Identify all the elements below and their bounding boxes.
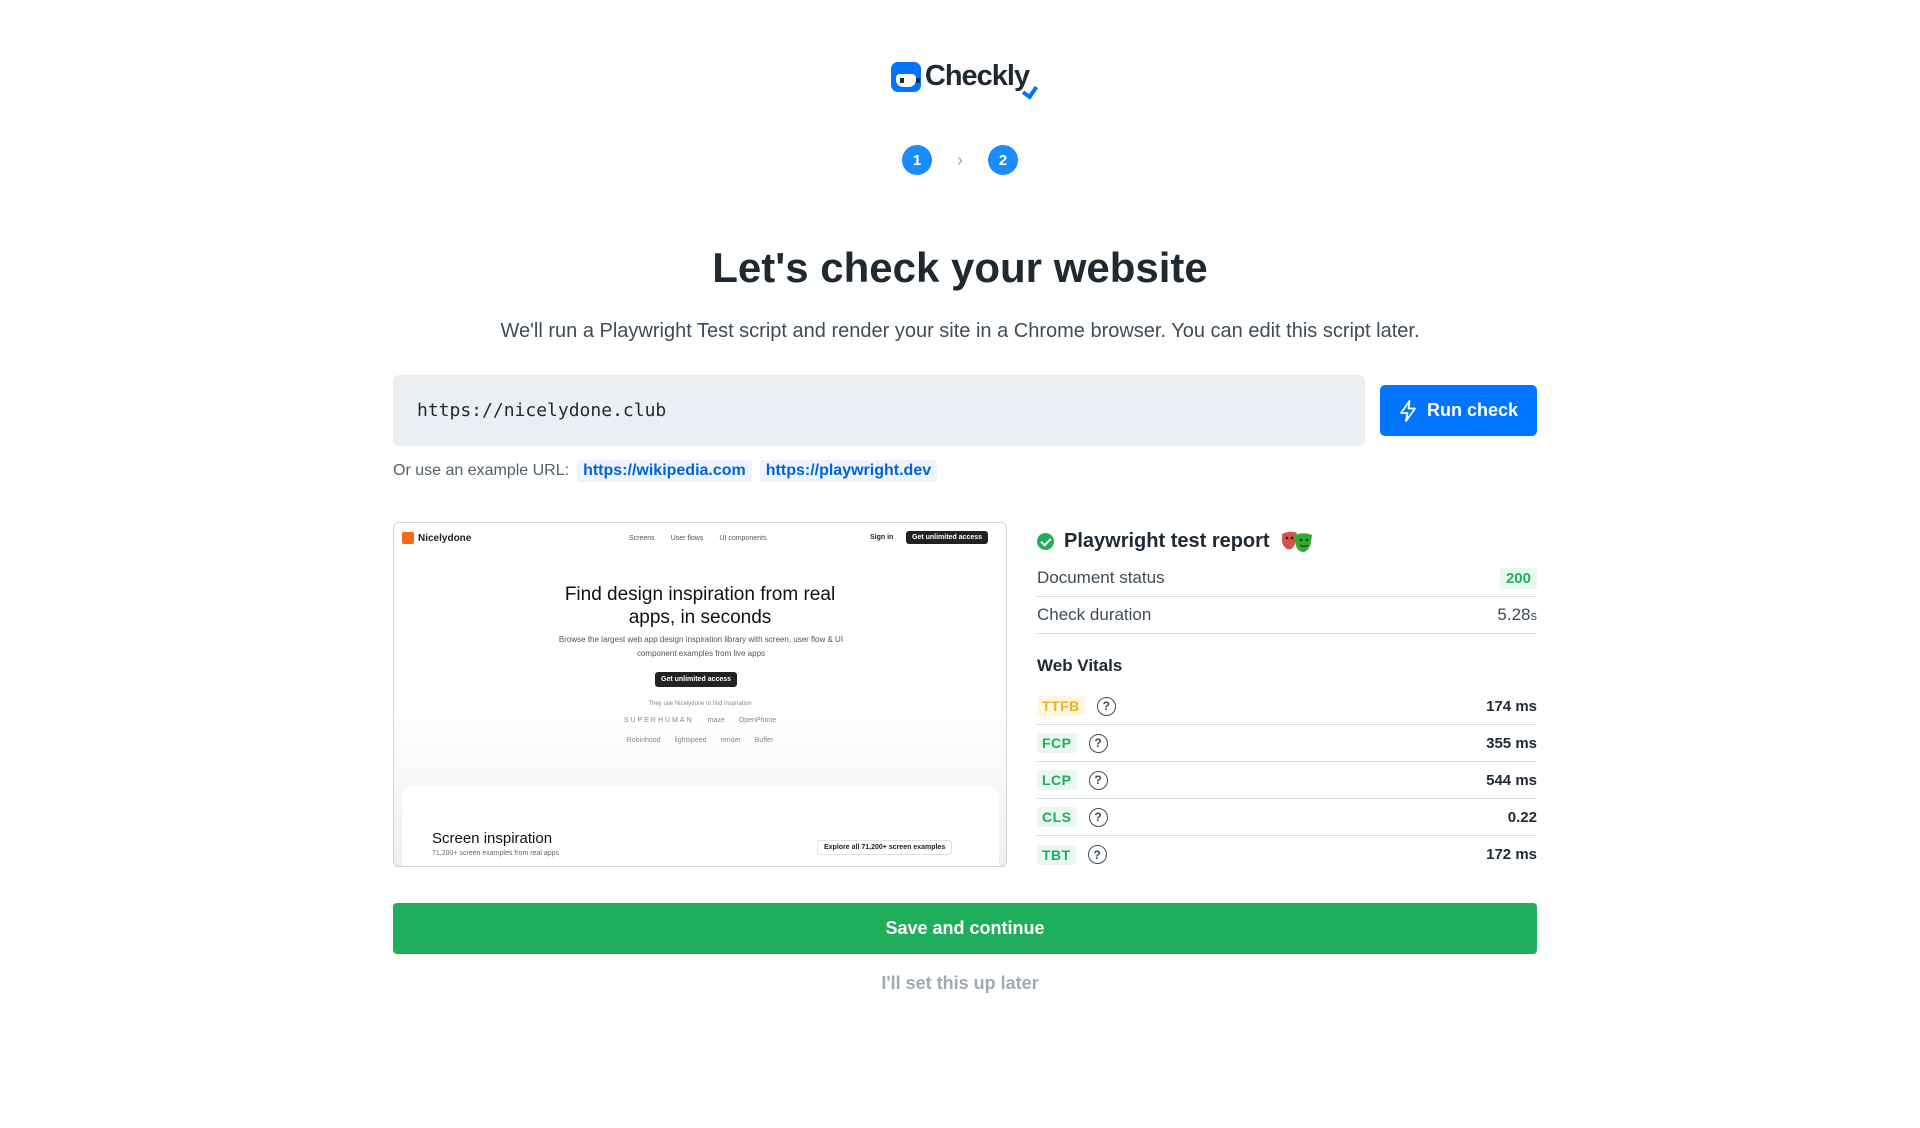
vital-value: 174 ms: [1486, 697, 1537, 715]
preview-brand: render: [720, 737, 741, 744]
web-vital-label: TTFB ?: [1037, 696, 1116, 716]
run-check-button[interactable]: Run check: [1380, 385, 1537, 436]
preview-screen-inspiration-card: Screen inspiration 71,200+ screen exampl…: [402, 785, 999, 866]
logo-text: Checkly: [925, 60, 1039, 100]
example-url-playwright[interactable]: https://playwright.dev: [759, 460, 938, 482]
web-vital-label: TBT ?: [1037, 844, 1107, 865]
report-header: Playwright test report: [1037, 522, 1537, 560]
web-vital-row-lcp: LCP ? 544 ms: [1037, 762, 1537, 799]
preview-nav-links: Screens User flows UI components: [629, 535, 766, 542]
preview-card-title: Screen inspiration: [432, 830, 553, 847]
onboarding-page: Checkly 1 › 2 Let's check your website W…: [0, 0, 1920, 1128]
web-vital-row-cls: CLS ? 0.22: [1037, 799, 1537, 836]
preview-brands-row: SUPERHUMAN maze OpenPhone: [394, 717, 1006, 724]
preview-logo: Nicelydone: [402, 532, 471, 544]
preview-logo-text: Nicelydone: [418, 532, 472, 544]
status-badge: 200: [1499, 567, 1537, 589]
preview-hero-title-line: Find design inspiration from real: [564, 584, 836, 605]
web-vitals-title: Web Vitals: [1037, 656, 1123, 675]
help-circle-icon[interactable]: ?: [1088, 770, 1108, 790]
preview-card-button: Explore all 71,200+ screen examples: [817, 840, 953, 855]
vital-value: 172 ms: [1486, 846, 1537, 863]
check-duration-label: Check duration: [1037, 605, 1152, 624]
check-duration-value: 5.28s: [1497, 605, 1537, 625]
preview-brand: Buffer: [754, 737, 774, 744]
preview-nav-link: UI components: [719, 535, 767, 542]
preview-hero-title: Find design inspiration from real apps, …: [394, 583, 1006, 629]
web-vital-row-ttfb: TTFB ? 174 ms: [1037, 688, 1537, 725]
preview-hero-button: Get unlimited access: [655, 672, 738, 687]
preview-brand: SUPERHUMAN: [623, 717, 694, 724]
example-urls: Or use an example URL: https://wikipedia…: [393, 460, 938, 482]
web-vitals-list: TTFB ? 174 ms FCP ? 355 ms LCP ? 544 ms: [1037, 688, 1537, 873]
document-status-label: Document status: [1037, 568, 1165, 587]
run-check-label: Run check: [1426, 400, 1519, 420]
check-duration-row: Check duration 5.28s: [1037, 597, 1537, 634]
nicelydone-logo-icon: [402, 532, 414, 544]
help-circle-icon[interactable]: ?: [1088, 733, 1108, 753]
preview-brand: maze: [707, 717, 725, 724]
website-screenshot-preview: Nicelydone Screens User flows UI compone…: [393, 522, 1007, 867]
page-subtitle: We'll run a Playwright Test script and r…: [500, 320, 1420, 342]
preview-brands-row: Robinhood lightspeed render Buffer: [394, 737, 1006, 744]
preview-hero-title-line: apps, in seconds: [628, 607, 772, 628]
checkly-logo: Checkly: [0, 60, 1920, 100]
preview-nav-link: Screens: [629, 535, 655, 542]
page-title: Let's check your website: [712, 244, 1208, 291]
help-circle-icon[interactable]: ?: [1088, 807, 1108, 827]
preview-navbar: Nicelydone Screens User flows UI compone…: [394, 523, 1006, 553]
vital-value: 544 ms: [1486, 771, 1537, 789]
playwright-report: Playwright test report Document status 2…: [1037, 522, 1537, 873]
web-vital-row-fcp: FCP ? 355 ms: [1037, 725, 1537, 762]
preview-nav-link: User flows: [670, 535, 704, 542]
preview-brand: lightspeed: [674, 737, 707, 744]
vital-value: 0.22: [1507, 808, 1537, 826]
step-1: 1: [902, 145, 932, 175]
web-vital-row-tbt: TBT ? 172 ms: [1037, 836, 1537, 873]
stepper: 1 › 2: [0, 145, 1920, 175]
preview-used-by: They use Nicelydone to find inspiration: [648, 701, 752, 707]
vital-badge: LCP: [1037, 770, 1077, 790]
preview-hero-subtitle: Browse the largest web app design inspir…: [558, 635, 844, 658]
help-circle-icon[interactable]: ?: [1096, 696, 1116, 716]
preview-signin: Sign in: [870, 534, 894, 541]
url-input[interactable]: https://nicelydone.club: [393, 375, 1365, 446]
check-circle-icon: [1037, 532, 1054, 550]
theater-masks-icon: [1281, 531, 1312, 552]
web-vital-label: LCP ?: [1037, 770, 1108, 790]
save-and-continue-button[interactable]: Save and continue: [393, 903, 1537, 954]
preview-brand: Robinhood: [626, 737, 661, 744]
set-up-later-link[interactable]: I'll set this up later: [0, 973, 1920, 994]
preview-card-subtitle: 71,200+ screen examples from real apps: [432, 850, 560, 857]
lightning-bolt-icon: [1400, 399, 1416, 422]
example-url-wikipedia[interactable]: https://wikipedia.com: [577, 460, 752, 482]
report-title: Playwright test report: [1064, 529, 1270, 552]
check-duration-unit: s: [1530, 608, 1538, 623]
vital-value: 355 ms: [1486, 734, 1537, 752]
raccoon-logo-icon: [890, 61, 921, 92]
step-2: 2: [988, 145, 1018, 175]
vital-badge: TTFB: [1037, 696, 1085, 716]
vital-badge: FCP: [1037, 733, 1077, 753]
preview-brand: OpenPhone: [738, 717, 777, 724]
preview-cta: Get unlimited access: [906, 531, 989, 544]
vital-badge: CLS: [1037, 807, 1077, 827]
vital-badge: TBT: [1037, 844, 1076, 865]
web-vital-label: FCP ?: [1037, 733, 1108, 753]
examples-label: Or use an example URL:: [393, 462, 570, 479]
document-status-row: Document status 200: [1037, 560, 1537, 597]
check-duration-number: 5.28: [1497, 605, 1531, 624]
help-circle-icon[interactable]: ?: [1087, 845, 1107, 864]
web-vital-label: CLS ?: [1037, 807, 1108, 827]
chevron-right-icon: ›: [957, 149, 963, 170]
